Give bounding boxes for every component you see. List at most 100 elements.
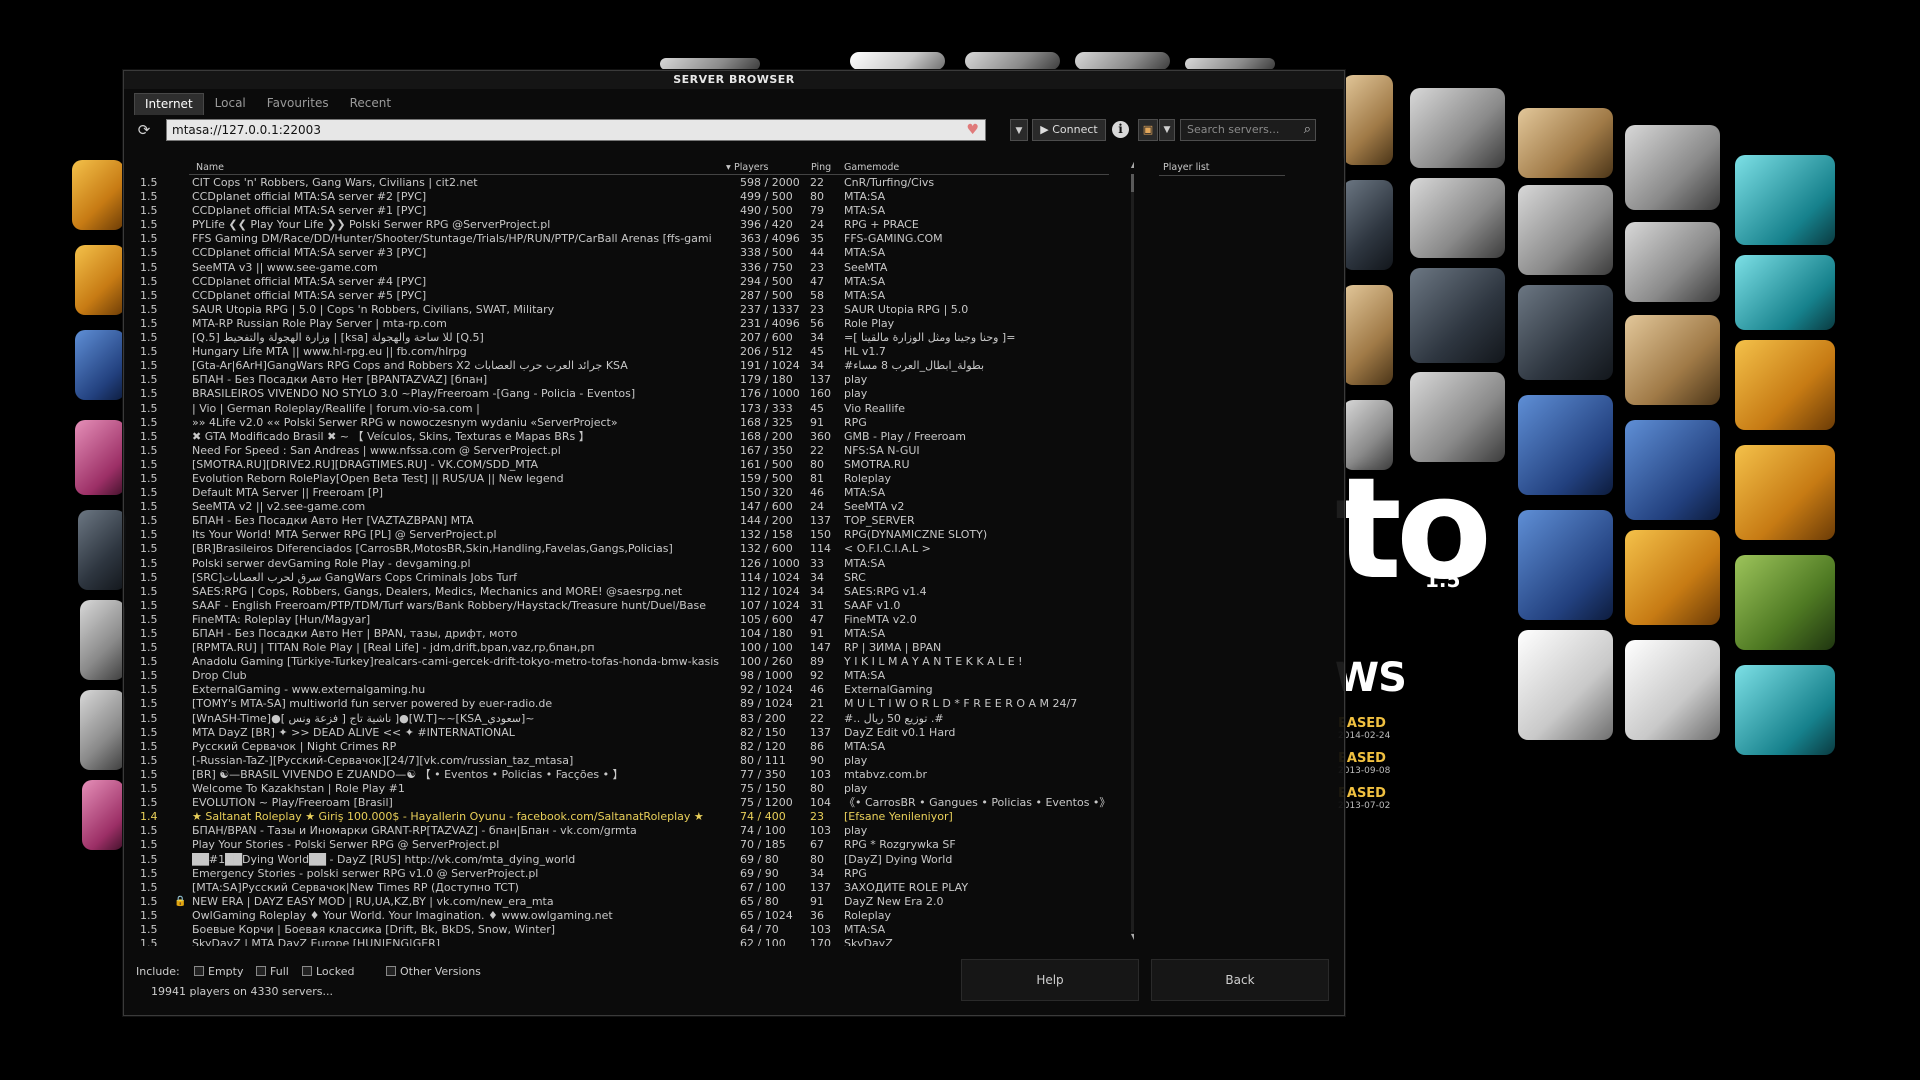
favourite-heart-icon[interactable]: ♥ bbox=[966, 120, 979, 140]
server-name: SAAF - English Freeroam/PTP/TDM/Turf war… bbox=[192, 598, 706, 612]
server-row[interactable]: 1.5 SAUR Utopia RPG | 5.0 | Cops 'n Robbe… bbox=[134, 303, 1118, 317]
server-gamemode: mtabvz.com.br bbox=[844, 767, 928, 781]
back-button[interactable]: Back bbox=[1151, 959, 1329, 1001]
server-row[interactable]: 1.5 [BR] ☯—BRASIL VIVENDO E ZUANDO—☯ 【 • … bbox=[134, 768, 1118, 782]
server-name: БПАН - Без Посадки Авто Нет [VAZTAZBPAN]… bbox=[192, 514, 474, 528]
server-row[interactable]: 1.5 FFS Gaming DM/Race/DD/Hunter/Shooter/… bbox=[134, 232, 1118, 246]
filter-dropdown[interactable]: ▼ bbox=[1159, 119, 1175, 141]
chevron-down-icon: ▼ bbox=[1015, 126, 1023, 136]
server-row[interactable]: 1.5 ██#1██Dying World██ - DayZ [RUS] http… bbox=[134, 853, 1118, 867]
server-players: 83 / 200 bbox=[740, 711, 786, 725]
scroll-track[interactable] bbox=[1131, 174, 1134, 932]
server-row[interactable]: 1.5 Emergency Stories - polski serwer RPG… bbox=[134, 867, 1118, 881]
server-row[interactable]: 1.5 PYLife ❮❮ Play Your Life ❯❯ Polski Se… bbox=[134, 218, 1118, 232]
filter-empty-checkbox[interactable]: Empty bbox=[194, 965, 243, 978]
server-version: 1.5 bbox=[140, 316, 158, 330]
server-row[interactable]: 1.5 ✖ GTA Modificado Brasil ✖ ~ 【 Veícul… bbox=[134, 430, 1118, 444]
server-row[interactable]: 1.5 SAES:RPG | Cops, Robbers, Gangs, Deal… bbox=[134, 585, 1118, 599]
server-row[interactable]: 1.5 FineMTA: Roleplay [Hun/Magyar] 105 / 6… bbox=[134, 613, 1118, 627]
server-players: 67 / 100 bbox=[740, 880, 786, 894]
server-players: 167 / 350 bbox=[740, 443, 793, 457]
server-row[interactable]: 1.5 Polski serwer devGaming Role Play - d… bbox=[134, 557, 1118, 571]
server-row[interactable]: 1.4 ★ Saltanat Roleplay ★ Giriş 100.000$ … bbox=[134, 810, 1118, 824]
server-row[interactable]: 1.5 EVOLUTION ~ Play/Freeroam [Brasil] 75… bbox=[134, 796, 1118, 810]
server-row[interactable]: 1.5 БПАН - Без Посадки Авто Нет [BPANTAZV… bbox=[134, 373, 1118, 387]
server-row[interactable]: 1.5 БПАН - Без Посадки Авто Нет | BPAN, т… bbox=[134, 627, 1118, 641]
server-row[interactable]: 1.5 MTA DayZ [BR] ✦ >> DEAD ALIVE << ✦ #I… bbox=[134, 726, 1118, 740]
server-row[interactable]: 1.5 MTA-RP Russian Role Play Server | mta… bbox=[134, 317, 1118, 331]
filter-button[interactable]: ▣ bbox=[1138, 119, 1158, 141]
server-row[interactable]: 1.5 CCDplanet official MTA:SA server #5 [… bbox=[134, 289, 1118, 303]
server-row[interactable]: 1.5 Anadolu Gaming [Türkiye-Turkey]realca… bbox=[134, 655, 1118, 669]
server-row[interactable]: 1.5 CCDplanet official MTA:SA server #1 [… bbox=[134, 204, 1118, 218]
server-row[interactable]: 1.5 | Vio | German Roleplay/Reallife | fo… bbox=[134, 402, 1118, 416]
address-input[interactable]: mtasa://127.0.0.1:22003 ♥ bbox=[166, 119, 986, 141]
server-row[interactable]: 1.5 Evolution Reborn RolePlay[Open Beta T… bbox=[134, 472, 1118, 486]
server-row[interactable]: 1.5 ExternalGaming - www.externalgaming.h… bbox=[134, 683, 1118, 697]
server-row[interactable]: 1.5 🔒 NEW ERA | DAYZ EASY MOD | RU,UA,KZ,B… bbox=[134, 895, 1118, 909]
server-row[interactable]: 1.5 CCDplanet official MTA:SA server #4 [… bbox=[134, 275, 1118, 289]
search-input[interactable]: Search servers... ⌕ bbox=[1180, 119, 1316, 141]
server-row[interactable]: 1.5 [BR]Brasileiros Diferenciados [Carros… bbox=[134, 542, 1118, 556]
server-row[interactable]: 1.5 Боевые Корчи | Боевая классика [Drift… bbox=[134, 923, 1118, 937]
column-header-players[interactable]: Players bbox=[734, 162, 769, 173]
server-row[interactable]: 1.5 OwlGaming Roleplay ♦ Your World. Your… bbox=[134, 909, 1118, 923]
scroll-thumb[interactable] bbox=[1131, 174, 1134, 192]
server-row[interactable]: 1.5 БПАН - Без Посадки Авто Нет [VAZTAZBP… bbox=[134, 514, 1118, 528]
server-row[interactable]: 1.5 BRASILEIROS VIVENDO NO STYLO 3.0 ~Pla… bbox=[134, 387, 1118, 401]
server-row[interactable]: 1.5 [RPMTA.RU] | TITAN Role Play | [Real … bbox=[134, 641, 1118, 655]
server-row[interactable]: 1.5 Welcome To Kazakhstan | Role Play #1 7… bbox=[134, 782, 1118, 796]
server-row[interactable]: 1.5 CCDplanet official MTA:SA server #2 [… bbox=[134, 190, 1118, 204]
server-row[interactable]: 1.5 Hungary Life MTA || www.hl-rpg.eu || … bbox=[134, 345, 1118, 359]
filter-full-checkbox[interactable]: Full bbox=[256, 965, 289, 978]
server-row[interactable]: 1.5 SeeMTA v3 || www.see-game.com 336 / 75… bbox=[134, 261, 1118, 275]
server-row[interactable]: 1.5 CCDplanet official MTA:SA server #3 [… bbox=[134, 246, 1118, 260]
refresh-button[interactable]: ⟳ bbox=[134, 120, 154, 140]
server-row[interactable]: 1.5 [MTA:SA]Русский Сервачок|New Times RP… bbox=[134, 881, 1118, 895]
scroll-down-icon[interactable]: ▼ bbox=[1128, 932, 1134, 941]
server-list-scrollbar[interactable]: ▲ ▼ bbox=[1128, 160, 1134, 946]
server-row[interactable]: 1.5 Drop Club 98 / 1000 92 MTA:SA bbox=[134, 669, 1118, 683]
scroll-up-icon[interactable]: ▲ bbox=[1128, 160, 1134, 169]
server-row[interactable]: 1.5 [Gta-Ar|6ArH]GangWars RPG Cops and Ro… bbox=[134, 359, 1118, 373]
server-row[interactable]: 1.5 SAAF - English Freeroam/PTP/TDM/Turf … bbox=[134, 599, 1118, 613]
server-row[interactable]: 1.5 [Q.5] وزارة الهجولة والتفحيط | [ksa] … bbox=[134, 331, 1118, 345]
column-header-gamemode[interactable]: Gamemode bbox=[844, 162, 899, 173]
server-row[interactable]: 1.5 [-Russian-TaZ-][Русский-Сервачок][24/… bbox=[134, 754, 1118, 768]
server-row[interactable]: 1.5 CIT Cops 'n' Robbers, Gang Wars, Civi… bbox=[134, 176, 1118, 190]
server-row[interactable]: 1.5 Default MTA Server || Freeroam [P] 150… bbox=[134, 486, 1118, 500]
server-ping: 80 bbox=[810, 782, 824, 796]
server-row[interactable]: 1.5 Its Your World! MTA Serwer RPG [PL] @… bbox=[134, 528, 1118, 542]
info-icon[interactable]: i bbox=[1112, 121, 1129, 138]
tab-favourites[interactable]: Favourites bbox=[257, 93, 339, 115]
server-list[interactable]: Name ▾ Players Ping Gamemode 1.5 CIT Cops… bbox=[134, 160, 1134, 946]
server-row[interactable]: 1.5 БПАН/BPAN - Тазы и Иномарки GRANT-RP[… bbox=[134, 824, 1118, 838]
server-row[interactable]: 1.5 SeeMTA v2 || v2.see-game.com 147 / 600… bbox=[134, 500, 1118, 514]
server-row[interactable]: 1.5 Play Your Stories - Polski Serwer RPG… bbox=[134, 838, 1118, 852]
server-row[interactable]: 1.5 »» 4Life v2.0 «« Polski Serwer RPG w … bbox=[134, 416, 1118, 430]
server-row[interactable]: 1.5 [WnASH-Time]●[ فزعة ونس ] ناشية تاج ]… bbox=[134, 712, 1118, 726]
server-row[interactable]: 1.5 [SMOTRA.RU][DRIVE2.RU][DRAGTIMES.RU] … bbox=[134, 458, 1118, 472]
server-row[interactable]: 1.5 [TOMY's MTA-SA] multiworld fun server… bbox=[134, 697, 1118, 711]
tab-recent[interactable]: Recent bbox=[340, 93, 401, 115]
filter-other-versions-checkbox[interactable]: Other Versions bbox=[386, 965, 481, 978]
connect-button[interactable]: ▶ Connect bbox=[1032, 119, 1106, 141]
server-ping: 58 bbox=[810, 288, 824, 302]
tab-internet[interactable]: Internet bbox=[134, 93, 204, 115]
column-header-ping[interactable]: Ping bbox=[811, 162, 831, 173]
news-item[interactable]: EASED 2013-09-08 bbox=[1338, 751, 1390, 776]
help-button[interactable]: Help bbox=[961, 959, 1139, 1001]
server-row[interactable]: 1.5 SkyDayZ | MTA DayZ Europe [HUN|ENG|GE… bbox=[134, 937, 1118, 946]
news-item[interactable]: EASED 2014-02-24 bbox=[1338, 716, 1390, 741]
tab-local[interactable]: Local bbox=[205, 93, 256, 115]
server-row[interactable]: 1.5 Need For Speed : San Andreas | www.nf… bbox=[134, 444, 1118, 458]
search-icon[interactable]: ⌕ bbox=[1304, 120, 1311, 140]
server-version: 1.5 bbox=[140, 683, 158, 697]
news-item[interactable]: EASED 2013-07-02 bbox=[1338, 786, 1390, 811]
window-title[interactable]: SERVER BROWSER bbox=[124, 71, 1344, 89]
filter-locked-checkbox[interactable]: Locked bbox=[302, 965, 354, 978]
address-history-dropdown[interactable]: ▼ bbox=[1010, 119, 1028, 141]
column-header-name[interactable]: Name bbox=[196, 162, 224, 173]
server-row[interactable]: 1.5 [SRC]سرق لحرب العصابات GangWars Cops … bbox=[134, 571, 1118, 585]
server-row[interactable]: 1.5 Русский Сервачок | Night Crimes RP 82 … bbox=[134, 740, 1118, 754]
